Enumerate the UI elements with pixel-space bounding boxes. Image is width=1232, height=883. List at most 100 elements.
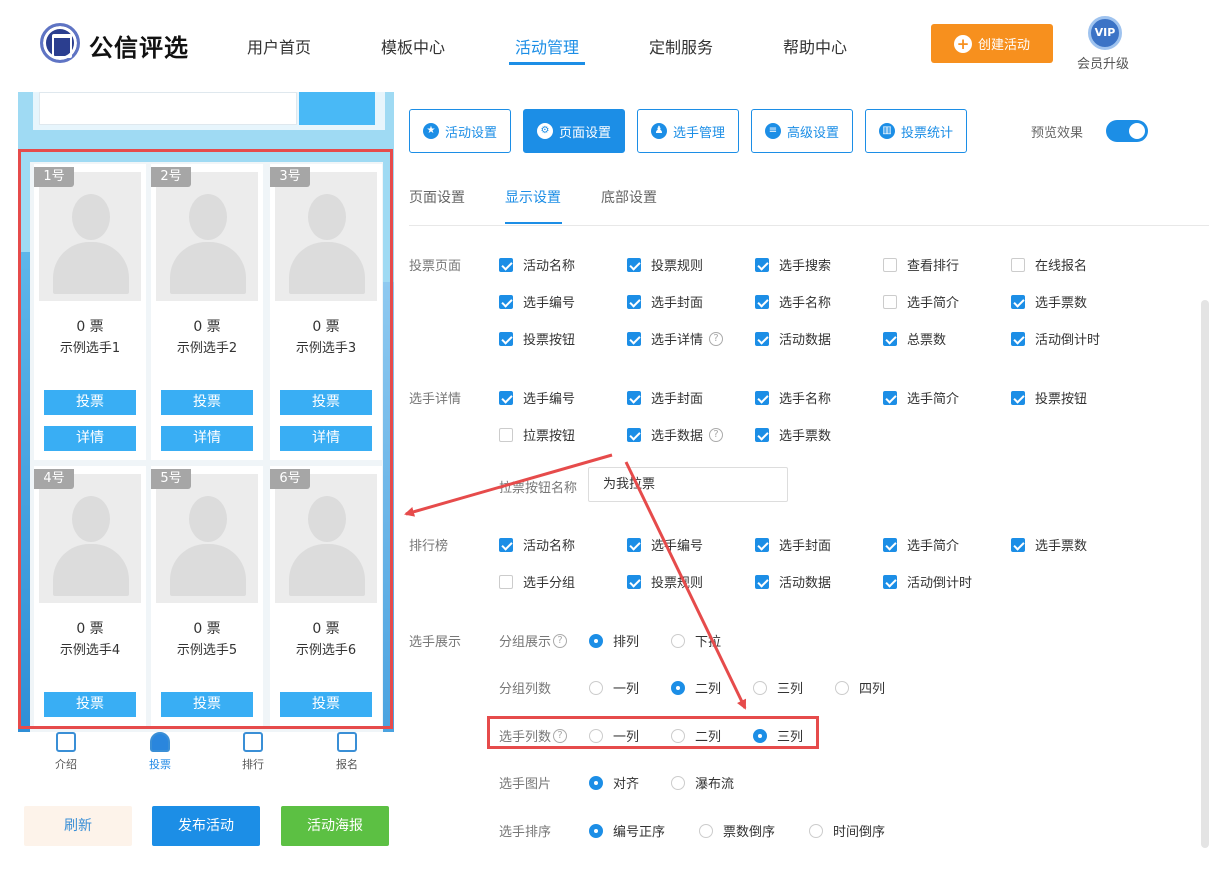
canvass-button-name-label: 拉票按钮名称 <box>499 481 578 496</box>
group-columns-radio[interactable]: 三列 <box>753 678 803 697</box>
checkbox-icon <box>1011 294 1025 309</box>
preview-tab-intro[interactable]: 介绍 <box>21 732 111 772</box>
option-checkbox[interactable]: 查看排行 <box>883 255 959 274</box>
sliders-icon: ≡ <box>764 123 781 139</box>
player-image-radio[interactable]: 瀑布流 <box>671 773 734 792</box>
option-checkbox[interactable]: 在线报名 <box>1011 255 1087 274</box>
option-checkbox[interactable]: 活动名称 <box>499 535 575 554</box>
option-checkbox[interactable]: 选手票数 <box>755 425 831 444</box>
option-checkbox[interactable]: 投票按钮 <box>499 329 575 348</box>
option-checkbox[interactable]: 总票数 <box>883 329 946 348</box>
users-icon: ♟ <box>650 123 667 139</box>
group-display-radio[interactable]: 下拉 <box>671 631 721 650</box>
option-checkbox[interactable]: 选手搜索 <box>755 255 831 274</box>
preview-effect-label: 预览效果 <box>1031 126 1084 141</box>
tab-vote-statistics[interactable]: ▥ 投票统计 <box>865 109 967 153</box>
checkbox-icon <box>883 331 897 346</box>
group-columns-radio[interactable]: 一列 <box>589 678 639 697</box>
player-sort-radio[interactable]: 时间倒序 <box>809 821 885 840</box>
nav-item-home[interactable]: 用户首页 <box>247 34 311 58</box>
option-checkbox[interactable]: 选手票数 <box>1011 292 1087 311</box>
preview-search-input <box>39 92 297 125</box>
group-display-label: 分组展示? <box>499 631 568 650</box>
logo-icon[interactable] <box>40 23 80 63</box>
option-checkbox[interactable]: 选手编号 <box>499 292 575 311</box>
highlight-box-player-columns <box>487 716 819 749</box>
brand-name[interactable]: 公信评选 <box>89 28 189 63</box>
group-columns-radio[interactable]: 四列 <box>835 678 885 697</box>
option-checkbox[interactable]: 选手封面 <box>627 292 703 311</box>
option-checkbox[interactable]: 选手简介 <box>883 388 959 407</box>
player-sort-radio[interactable]: 编号正序 <box>589 821 665 840</box>
subtab-footer[interactable]: 底部设置 <box>601 187 657 207</box>
radio-label: 二列 <box>695 682 722 697</box>
option-label: 投票按钮 <box>1035 392 1088 407</box>
ranking-icon <box>243 732 263 752</box>
option-checkbox[interactable]: 选手详情? <box>627 329 724 348</box>
checkbox-icon <box>755 390 769 405</box>
checkbox-icon <box>627 574 641 589</box>
radio-icon <box>589 633 603 648</box>
option-checkbox[interactable]: 投票规则 <box>627 572 703 591</box>
option-checkbox[interactable]: 活动数据 <box>755 572 831 591</box>
tab-page-settings[interactable]: ⚙ 页面设置 <box>523 109 625 153</box>
group-columns-radio[interactable]: 二列 <box>671 678 721 697</box>
refresh-button[interactable]: 刷新 <box>24 806 132 846</box>
checkbox-icon <box>883 257 897 272</box>
player-image-radio[interactable]: 对齐 <box>589 773 639 792</box>
nav-item-activity[interactable]: 活动管理 <box>515 34 579 58</box>
option-checkbox[interactable]: 投票规则 <box>627 255 703 274</box>
option-label: 活动倒计时 <box>907 576 973 591</box>
preview-tab-ranking[interactable]: 排行 <box>208 732 298 772</box>
checkbox-icon <box>755 257 769 272</box>
option-checkbox[interactable]: 选手票数 <box>1011 535 1087 554</box>
option-checkbox[interactable]: 活动数据 <box>755 329 831 348</box>
option-checkbox[interactable]: 拉票按钮 <box>499 425 575 444</box>
radio-icon <box>671 633 685 648</box>
subtab-page[interactable]: 页面设置 <box>409 187 465 207</box>
option-checkbox[interactable]: 选手分组 <box>499 572 575 591</box>
create-activity-button[interactable]: + 创建活动 <box>931 24 1053 63</box>
option-checkbox[interactable]: 选手名称 <box>755 388 831 407</box>
bar-chart-icon: ▥ <box>878 123 895 139</box>
tab-activity-settings[interactable]: ★ 活动设置 <box>409 109 511 153</box>
subtab-display[interactable]: 显示设置 <box>505 187 561 207</box>
vip-upgrade-link[interactable]: 会员升级 <box>1077 53 1129 72</box>
nav-item-help[interactable]: 帮助中心 <box>783 34 847 58</box>
option-checkbox[interactable]: 选手编号 <box>499 388 575 407</box>
checkbox-icon <box>627 294 641 309</box>
option-checkbox[interactable]: 活动名称 <box>499 255 575 274</box>
vip-icon[interactable]: VIP <box>1088 16 1122 50</box>
gear-icon: ⚙ <box>536 123 553 139</box>
option-checkbox[interactable]: 活动倒计时 <box>883 572 972 591</box>
star-icon: ★ <box>422 123 439 139</box>
option-checkbox[interactable]: 选手封面 <box>755 535 831 554</box>
group-display-radio[interactable]: 排列 <box>589 631 639 650</box>
option-label: 选手数据 <box>651 429 704 444</box>
option-checkbox[interactable]: 选手编号 <box>627 535 703 554</box>
option-checkbox[interactable]: 选手简介 <box>883 535 959 554</box>
checkbox-icon <box>1011 537 1025 552</box>
preview-effect-toggle[interactable] <box>1106 120 1148 142</box>
option-checkbox[interactable]: 选手封面 <box>627 388 703 407</box>
radio-icon <box>589 680 603 695</box>
tab-player-management[interactable]: ♟ 选手管理 <box>637 109 739 153</box>
preview-tab-signup[interactable]: 报名 <box>302 732 392 772</box>
nav-item-templates[interactable]: 模板中心 <box>381 34 445 58</box>
create-activity-label: 创建活动 <box>977 38 1030 53</box>
option-checkbox[interactable]: 投票按钮 <box>1011 388 1087 407</box>
option-checkbox[interactable]: 选手名称 <box>755 292 831 311</box>
checkbox-icon <box>755 427 769 442</box>
poster-button[interactable]: 活动海报 <box>281 806 389 846</box>
option-checkbox[interactable]: 选手简介 <box>883 292 959 311</box>
nav-item-custom[interactable]: 定制服务 <box>649 34 713 58</box>
preview-tab-vote[interactable]: 投票 <box>115 732 205 772</box>
option-checkbox[interactable]: 选手数据? <box>627 425 724 444</box>
scrollbar[interactable] <box>1201 300 1209 848</box>
publish-button[interactable]: 发布活动 <box>152 806 260 846</box>
canvass-button-name-input[interactable]: 为我拉票 <box>588 467 788 502</box>
option-label: 总票数 <box>907 333 947 348</box>
player-sort-radio[interactable]: 票数倒序 <box>699 821 775 840</box>
option-checkbox[interactable]: 活动倒计时 <box>1011 329 1100 348</box>
tab-advanced-settings[interactable]: ≡ 高级设置 <box>751 109 853 153</box>
